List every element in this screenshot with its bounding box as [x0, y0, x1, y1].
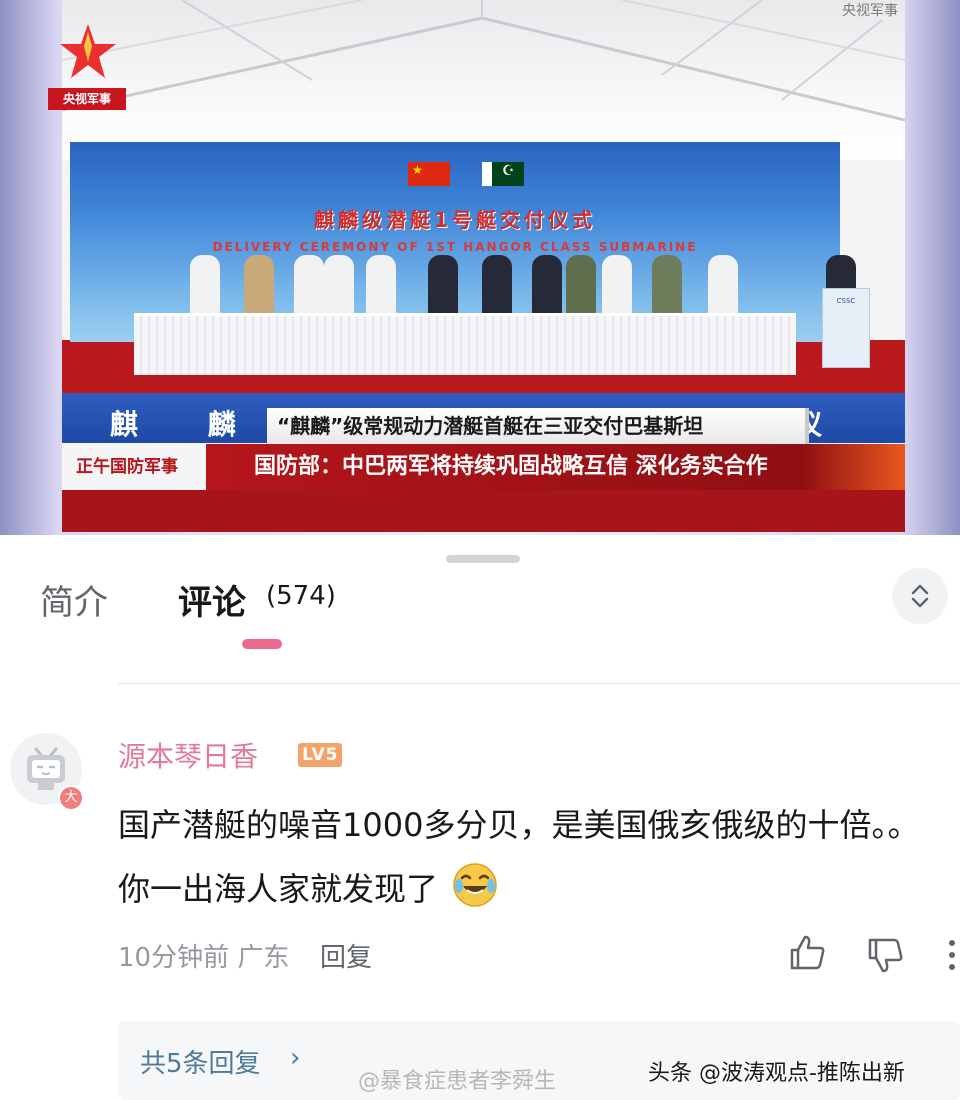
- user-level-badge: LV5: [298, 743, 343, 767]
- news-caption-bar: 正午国防军事 国防部：中巴两军将持续巩固战略互信 深化务实合作: [62, 444, 905, 490]
- logo-text: 央视军事: [48, 88, 126, 110]
- comment-sheet: 简介 评论 (574) 大 源本琴日香 LV5 国产潜艇的噪音1000多分贝，是…: [0, 535, 960, 1100]
- tab-comments[interactable]: 评论: [178, 575, 246, 624]
- replies-count-label: 共5条回复: [140, 1049, 261, 1079]
- comment-username[interactable]: 源本琴日香: [118, 735, 258, 775]
- backdrop-title: 麒麟级潜艇1号艇交付仪式: [314, 208, 596, 232]
- china-flag-icon: [408, 162, 450, 186]
- video-frame: 麒麟级潜艇1号艇交付仪式 DELIVERY CEREMONY OF 1ST HA…: [62, 0, 905, 532]
- channel-watermark: 央视军事: [842, 3, 898, 19]
- tent-roof: [62, 0, 905, 160]
- comment-text: 国产潜艇的噪音1000多分贝，是美国俄亥俄级的十倍。。你一出海人家就发现了: [118, 806, 920, 908]
- thumbs-down-icon: [868, 938, 903, 973]
- chevron-right-icon: ›: [290, 1043, 301, 1073]
- tab-intro[interactable]: 简介: [40, 575, 108, 624]
- sort-toggle-button[interactable]: [892, 568, 948, 624]
- toutiao-watermark: 头条 @波涛观点-推陈出新: [648, 1061, 905, 1086]
- more-dots-icon: [949, 940, 955, 970]
- comment-body: 国产潜艇的噪音1000多分贝，是美国俄亥俄级的十倍。。你一出海人家就发现了: [118, 793, 928, 921]
- reply-button[interactable]: 回复: [320, 937, 372, 974]
- expand-collapse-icon: [911, 584, 929, 608]
- program-name: 正午国防军事: [76, 457, 178, 477]
- dislike-button[interactable]: [866, 935, 906, 975]
- comment-meta: 10分钟前 广东: [118, 937, 289, 974]
- frame-bottom: [62, 490, 905, 532]
- pakistan-flag-icon: [482, 162, 524, 186]
- default-avatar-icon: [27, 747, 65, 790]
- comment-location: 广东: [237, 943, 290, 973]
- news-caption: 国防部：中巴两军将持续巩固战略互信 深化务实合作: [254, 454, 768, 479]
- star-icon: [60, 24, 116, 78]
- like-button[interactable]: [788, 933, 828, 973]
- thumbs-up-icon: [790, 935, 825, 970]
- more-options-button[interactable]: [944, 935, 960, 975]
- podium: CSSC: [822, 288, 870, 368]
- active-tab-indicator: [242, 639, 282, 649]
- comment-time: 10分钟前: [118, 943, 230, 973]
- ceremony-table: [134, 313, 796, 375]
- cctv-military-logo: 央视军事: [48, 22, 126, 112]
- sheet-drag-handle[interactable]: [446, 555, 520, 563]
- podium-label: CSSC: [836, 297, 856, 305]
- comments-count: (574): [266, 581, 336, 611]
- crying-laughing-emoji-icon: [453, 863, 497, 907]
- divider: [118, 683, 960, 684]
- headline-caption: “麒麟”级常规动力潜艇首艇在三亚交付巴基斯坦: [267, 408, 809, 444]
- vip-badge: 大: [58, 785, 84, 811]
- video-player[interactable]: 麒麟级潜艇1号艇交付仪式 DELIVERY CEREMONY OF 1ST HA…: [0, 0, 960, 535]
- weibo-watermark: @暴食症患者李舜生: [358, 1069, 557, 1094]
